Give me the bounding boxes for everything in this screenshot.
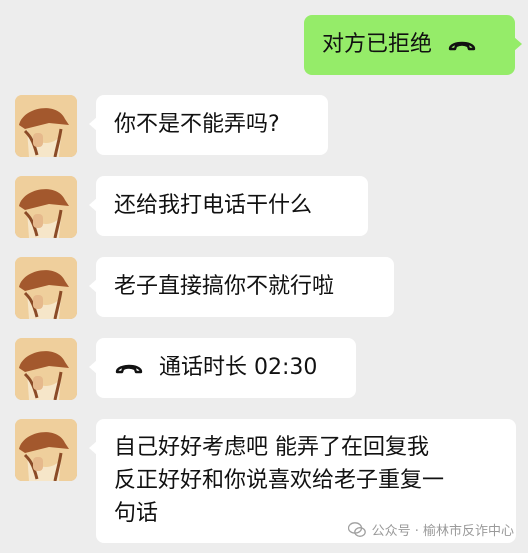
avatar[interactable] [15, 176, 77, 238]
message-line: 反正好好和你说喜欢给老子重复一 [114, 468, 445, 493]
call-status-text: 对方已拒绝 [322, 32, 433, 57]
call-duration-bubble[interactable]: 通话时长 02:30 [89, 338, 356, 398]
message-bubble[interactable]: 还给我打电话干什么 [89, 176, 368, 236]
avatar-image [15, 176, 77, 238]
avatar-image [15, 257, 77, 319]
avatar-image [15, 338, 77, 400]
phone-hangup-icon [448, 41, 476, 51]
avatar[interactable] [15, 419, 77, 481]
message-bubble[interactable]: 老子直接搞你不就行啦 [89, 257, 394, 317]
message-text: 你不是不能弄吗? [114, 112, 280, 137]
avatar-image [15, 95, 77, 157]
chat-area: 对方已拒绝 你不是不能弄吗? 还给我打电话干什么 老子直接搞你不就行啦 通话时长… [0, 0, 528, 553]
avatar[interactable] [15, 95, 77, 157]
message-bubble[interactable]: 你不是不能弄吗? [89, 95, 328, 155]
call-duration-text: 通话时长 02:30 [159, 355, 318, 380]
message-text: 老子直接搞你不就行啦 [114, 274, 335, 299]
call-declined-bubble[interactable]: 对方已拒绝 [304, 15, 522, 75]
wechat-icon [347, 521, 366, 537]
watermark-text: 公众号 · 榆林市反诈中心 [371, 524, 514, 539]
message-text: 还给我打电话干什么 [114, 193, 313, 218]
avatar[interactable] [15, 338, 77, 400]
avatar[interactable] [15, 257, 77, 319]
watermark: 公众号 · 榆林市反诈中心 [347, 520, 514, 539]
phone-hangup-icon [115, 364, 143, 374]
avatar-image [15, 419, 77, 481]
message-line: 自己好好考虑吧 能弄了在回复我 [114, 435, 429, 460]
